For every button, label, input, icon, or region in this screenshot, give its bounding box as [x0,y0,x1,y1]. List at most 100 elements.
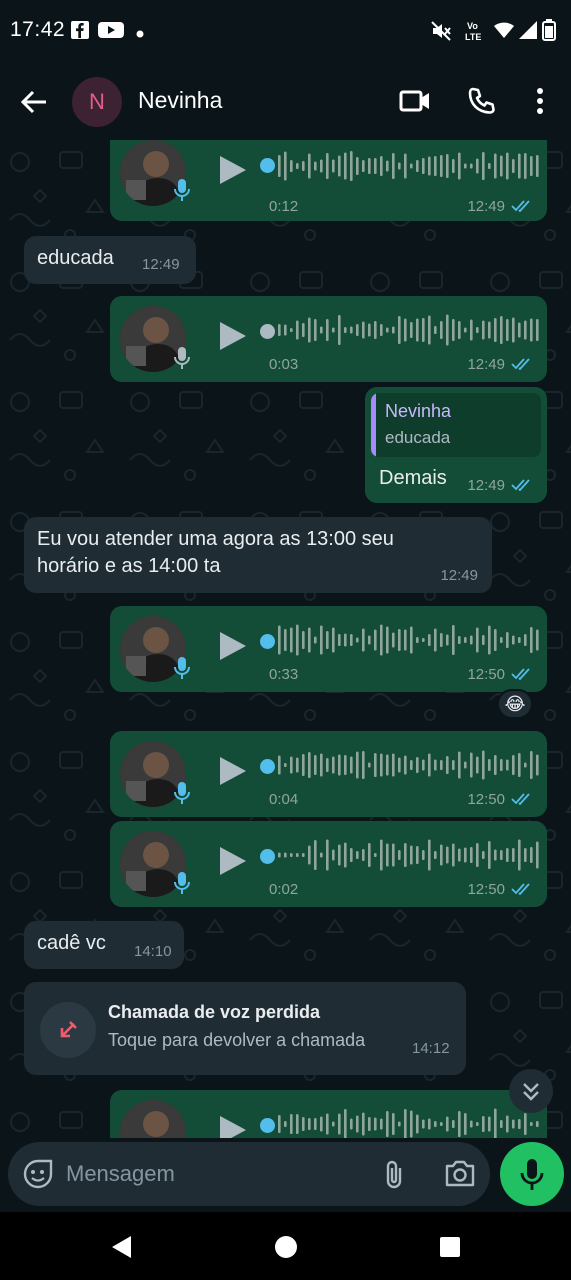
waveform-bar [410,760,413,770]
voice-message-outgoing[interactable]: 0:33 12:50 [110,606,547,692]
message-input-container [8,1142,490,1206]
voice-message-outgoing[interactable]: 0:03 12:49 [110,296,547,382]
waveform-bar [386,843,389,867]
waveform[interactable] [278,837,540,873]
waveform-bar [506,848,509,862]
sticker-icon[interactable] [22,1158,54,1195]
text-message-incoming[interactable]: cadê vc 14:10 [24,921,184,969]
waveform-bar [386,1111,389,1137]
playback-position-dot[interactable] [260,1118,275,1133]
waveform-bar [452,760,455,770]
message-text: cadê vc [37,932,106,954]
voice-message-outgoing[interactable] [110,1090,547,1138]
waveform-bar [278,324,281,336]
waveform[interactable] [278,1106,540,1138]
waveform-bar [380,624,383,656]
message-input[interactable] [66,1158,366,1190]
playback-position-dot[interactable] [260,324,275,339]
attach-icon[interactable] [382,1158,406,1195]
waveform[interactable] [278,622,540,658]
voice-message-outgoing[interactable]: 0:12 12:49 [110,140,547,221]
more-vert-icon[interactable] [534,86,546,121]
mic-icon [174,346,190,375]
scroll-to-bottom-button[interactable] [509,1069,553,1113]
contact-name[interactable]: Nevinha [138,87,222,114]
waveform-bar [458,848,461,862]
waveform-bar [470,163,473,169]
playback-position-dot[interactable] [260,849,275,864]
waveform[interactable] [278,148,540,184]
waveform-bar [476,843,479,867]
play-icon[interactable] [218,845,248,882]
waveform-bar [440,321,443,339]
waveform-bar [476,327,479,333]
message-time: 12:50 [467,791,505,808]
chat-area[interactable]: 0:12 12:49 educada 12:49 0:03 12:49 Nevi… [0,140,571,1138]
play-icon[interactable] [218,154,248,191]
contact-avatar[interactable]: N [72,77,122,127]
waveform-bar [296,1114,299,1134]
waveform[interactable] [278,312,540,348]
sender-avatar-thumbnail [120,1100,186,1138]
camera-icon[interactable] [444,1158,476,1193]
voice-message-outgoing[interactable]: 0:04 12:50 [110,731,547,817]
waveform-bar [374,321,377,339]
waveform-bar [314,161,317,171]
nav-home-icon[interactable] [274,1235,298,1264]
waveform-bar [482,1116,485,1132]
waveform-bar [326,839,329,871]
waveform-bar [386,160,389,172]
waveform-bar [458,751,461,779]
playback-position-dot[interactable] [260,634,275,649]
svg-text:LTE: LTE [465,32,481,42]
nav-recents-icon[interactable] [440,1237,460,1262]
record-voice-button[interactable] [500,1142,564,1206]
waveform-bar [350,634,353,646]
voice-message-outgoing[interactable]: 0:02 12:50 [110,821,547,907]
voice-call-icon[interactable] [466,86,496,121]
waveform-bar [302,161,305,171]
waveform-bar [470,847,473,863]
chat-header: N Nevinha [0,62,571,140]
waveform-bar [428,1118,431,1130]
play-icon[interactable] [218,320,248,357]
play-icon[interactable] [218,1114,248,1138]
playback-position-dot[interactable] [260,158,275,173]
reply-message-outgoing[interactable]: Nevinha educada Demais 12:49 [365,387,547,503]
waveform-bar [410,845,413,865]
nav-back-icon[interactable] [110,1235,132,1264]
waveform-bar [326,153,329,179]
waveform-bar [398,1121,401,1127]
waveform-bar [458,636,461,644]
video-call-icon[interactable] [399,87,431,120]
waveform-bar [518,753,521,777]
waveform-bar [338,315,341,345]
quoted-message[interactable]: Nevinha educada [371,393,541,457]
waveform-bar [302,323,305,337]
waveform-bar [362,321,365,339]
waveform-bar [536,754,539,776]
waveform-bar [428,753,431,777]
voice-duration: 0:03 [269,356,299,373]
missed-call-card[interactable]: Chamada de voz perdida Toque para devolv… [24,982,466,1075]
text-message-incoming[interactable]: educada 12:49 [24,236,196,284]
waveform-bar [332,1121,335,1127]
playback-position-dot[interactable] [260,759,275,774]
reaction-emoji[interactable]: 😂 [497,689,533,719]
waveform-bar [290,756,293,774]
waveform[interactable] [278,747,540,783]
back-arrow-icon[interactable] [18,86,50,118]
waveform-bar [386,327,389,333]
waveform-bar [338,1113,341,1135]
text-message-incoming[interactable]: Eu vou atender uma agora as 13:00 seu ho… [24,517,492,593]
waveform-bar [530,156,533,176]
waveform-bar [368,1117,371,1131]
waveform-bar [500,155,503,177]
play-icon[interactable] [218,755,248,792]
waveform-bar [428,315,431,345]
play-icon[interactable] [218,630,248,667]
waveform-bar [434,851,437,859]
waveform-bar [308,153,311,179]
waveform-bar [440,844,443,866]
waveform-bar [536,629,539,651]
